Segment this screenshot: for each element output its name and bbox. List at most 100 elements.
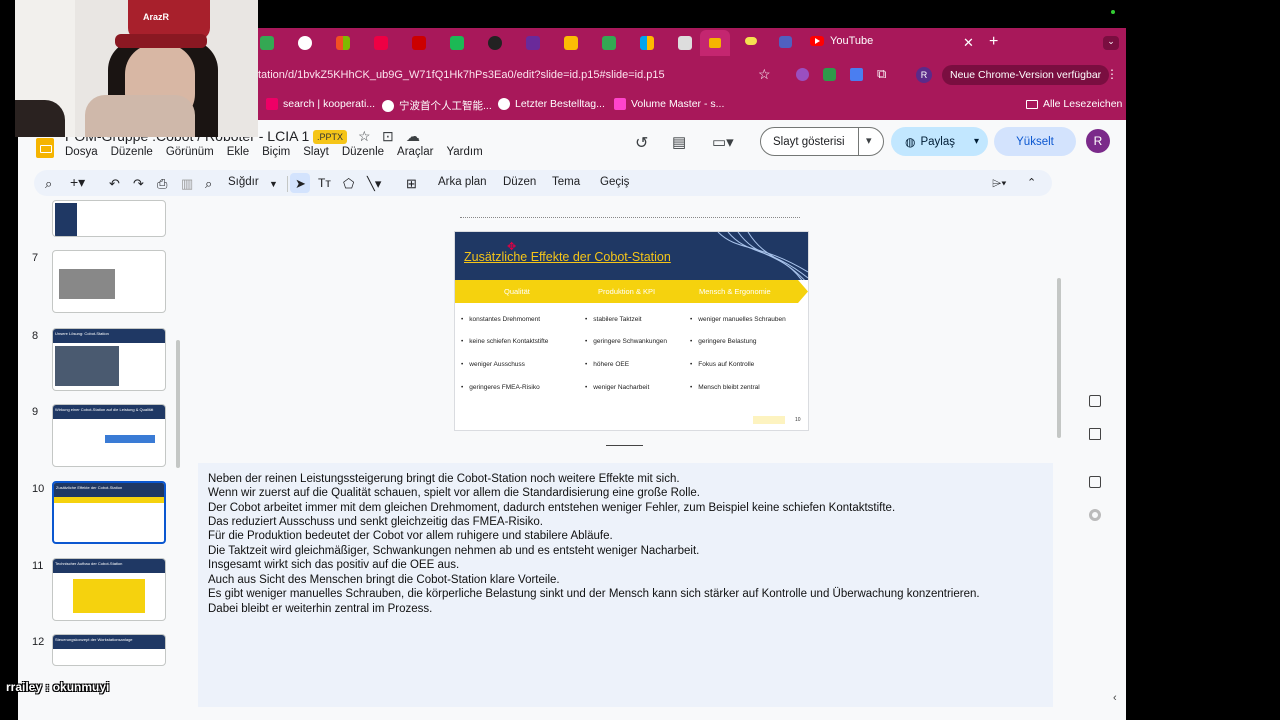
kebab-menu-icon[interactable]: ⋮ — [1106, 67, 1118, 81]
menu-insert[interactable]: Ekle — [227, 146, 249, 158]
comment-icon[interactable]: ▤ — [672, 133, 686, 151]
star-icon[interactable]: ☆ — [758, 66, 771, 83]
tab-youtube[interactable]: YouTube — [810, 35, 873, 47]
chevron-down-icon[interactable]: ▾ — [974, 136, 979, 147]
slide-thumbnail[interactable]: Unsere Lösung: Cobot-Station — [52, 328, 166, 391]
history-icon[interactable]: ↺ — [635, 133, 648, 153]
drive-icon[interactable] — [260, 36, 274, 50]
tab-icon[interactable] — [745, 37, 757, 45]
menu-format[interactable]: Biçim — [262, 146, 290, 158]
slide-thumbnail[interactable] — [52, 250, 166, 313]
paint-format-icon[interactable]: ▥ — [181, 176, 193, 192]
notes-line: Die Taktzeit wird gleichmäßiger, Schwank… — [208, 545, 700, 557]
avatar[interactable]: R — [1086, 129, 1110, 153]
bookmark-item[interactable]: Volume Master - s... — [614, 98, 724, 110]
close-tab-icon[interactable]: ✕ — [963, 35, 974, 51]
pen-icon[interactable]: ⌲▾ — [992, 176, 1006, 191]
zoom-icon[interactable]: ⌕ — [205, 176, 212, 192]
theme-button[interactable]: Tema — [552, 176, 580, 188]
cloud-icon[interactable]: ☁ — [406, 128, 420, 145]
menu-slide[interactable]: Slayt — [303, 146, 329, 158]
bookmark-item[interactable]: search | kooperati... — [266, 98, 375, 110]
insert-comment-icon[interactable]: ⊞ — [406, 176, 417, 192]
search-icon[interactable]: ⌕ — [45, 176, 52, 192]
slide-thumbnail[interactable] — [52, 200, 166, 237]
layout-button[interactable]: Düzen — [503, 176, 536, 188]
upgrade-button[interactable]: Yükselt — [994, 127, 1076, 156]
notes-resize-handle[interactable] — [606, 445, 643, 446]
tab-icon[interactable] — [298, 36, 312, 50]
menu-arrange[interactable]: Düzenle — [342, 146, 384, 158]
menu-view[interactable]: Görünüm — [166, 146, 214, 158]
share-button[interactable]: ◍ Paylaş ▾ — [891, 127, 988, 156]
zoom-select[interactable]: Sığdır — [228, 176, 259, 188]
url-text[interactable]: tation/d/1bvkZ5KHhCK_ub9G_W71fQ1Hk7hPs3E… — [258, 69, 665, 81]
drive-icon[interactable] — [602, 36, 616, 50]
shield-icon[interactable] — [823, 68, 836, 81]
transition-button[interactable]: Geçiş — [600, 176, 629, 188]
slide-thumbnail[interactable]: Wirkung einer Cobot-Station auf die Leis… — [52, 404, 166, 467]
meet-icon[interactable]: ▭▾ — [712, 133, 734, 151]
calendar-icon[interactable] — [374, 36, 388, 50]
bookmark-item[interactable]: 宁波首个人工智能... — [382, 98, 492, 113]
collapse-icon[interactable]: ⌃ — [1027, 176, 1036, 189]
filmstrip-scrollbar[interactable] — [176, 340, 180, 468]
translate-icon[interactable] — [850, 68, 863, 81]
column-header: Produktion & KPI — [598, 287, 656, 296]
slide-thumbnail[interactable]: Technischer Aufbau der Cobot-Station — [52, 558, 166, 621]
cursor-icon[interactable]: ➤ — [295, 176, 306, 192]
slide[interactable]: Zusätzliche Effekte der Cobot-Station Qu… — [455, 232, 808, 430]
extension-icon[interactable] — [796, 68, 809, 81]
background-button[interactable]: Arka plan — [438, 176, 487, 188]
line-icon[interactable]: ╲▾ — [367, 176, 381, 192]
tab-icon[interactable] — [678, 36, 692, 50]
slide-number: 9 — [32, 406, 39, 418]
menu-edit[interactable]: Düzenle — [111, 146, 153, 158]
redo-icon[interactable]: ↷ — [133, 176, 144, 192]
microsoft-icon[interactable] — [640, 36, 654, 50]
star-icon[interactable]: ☆ — [358, 128, 371, 145]
chevron-down-icon[interactable]: ▼ — [269, 179, 278, 189]
print-icon[interactable]: ⎙ — [157, 176, 167, 192]
tab-icon[interactable] — [412, 36, 426, 50]
bullet-item: geringere Belastung — [690, 338, 756, 345]
slide-number: 7 — [32, 252, 39, 264]
undo-icon[interactable]: ↶ — [109, 176, 120, 192]
tab-icon[interactable] — [779, 36, 792, 48]
update-chrome-button[interactable]: Neue Chrome-Version verfügbar — [942, 65, 1110, 85]
canvas-scrollbar[interactable] — [1057, 278, 1061, 438]
openai-icon[interactable] — [488, 36, 502, 50]
tab-search-icon[interactable]: ⌄ — [1103, 36, 1119, 50]
all-bookmarks[interactable]: Alle Lesezeichen — [1026, 98, 1122, 110]
text-box-icon[interactable]: Tт — [318, 176, 331, 190]
slide-thumbnail-selected[interactable]: Zusätzliche Effekte der Cobot-Station — [52, 481, 166, 544]
bookmark-item[interactable]: Letzter Bestelltag... — [498, 98, 605, 110]
menu-file[interactable]: Dosya — [65, 146, 98, 158]
menu-tools[interactable]: Araçlar — [397, 146, 433, 158]
divider — [858, 127, 859, 156]
slide-thumbnail[interactable]: Steuerungskonzept der Workstationsanlage — [52, 634, 166, 666]
puzzle-icon[interactable]: ⧉ — [877, 66, 886, 82]
tab-icon[interactable] — [526, 36, 540, 50]
bullet-item: weniger Ausschuss — [461, 361, 525, 368]
slide-title[interactable]: Zusätzliche Effekte der Cobot-Station — [464, 250, 671, 264]
new-tab-icon[interactable]: + — [989, 33, 998, 51]
sheets-icon[interactable] — [1089, 395, 1101, 407]
shape-icon[interactable]: ⬠ — [343, 176, 354, 192]
chevron-down-icon[interactable]: ▾ — [866, 134, 872, 147]
profile-avatar[interactable]: R — [916, 67, 932, 83]
active-tab[interactable] — [700, 30, 730, 56]
move-folder-icon[interactable]: ⊡ — [382, 128, 394, 145]
move-cursor-icon: ✥ — [507, 241, 517, 253]
play-icon[interactable] — [1089, 476, 1101, 488]
notes-line: Für die Produktion bedeutet der Cobot vo… — [208, 530, 613, 542]
menu-help[interactable]: Yardım — [446, 146, 482, 158]
slides-logo-icon[interactable] — [36, 138, 54, 158]
record-icon[interactable] — [1089, 509, 1101, 521]
folder-icon[interactable] — [1089, 428, 1101, 440]
chevron-left-icon[interactable]: ‹ — [1113, 692, 1117, 704]
drive-icon[interactable] — [564, 36, 578, 50]
microsoft-icon[interactable] — [336, 36, 350, 50]
add-icon[interactable]: +▾ — [70, 174, 85, 191]
k-icon[interactable] — [450, 36, 464, 50]
